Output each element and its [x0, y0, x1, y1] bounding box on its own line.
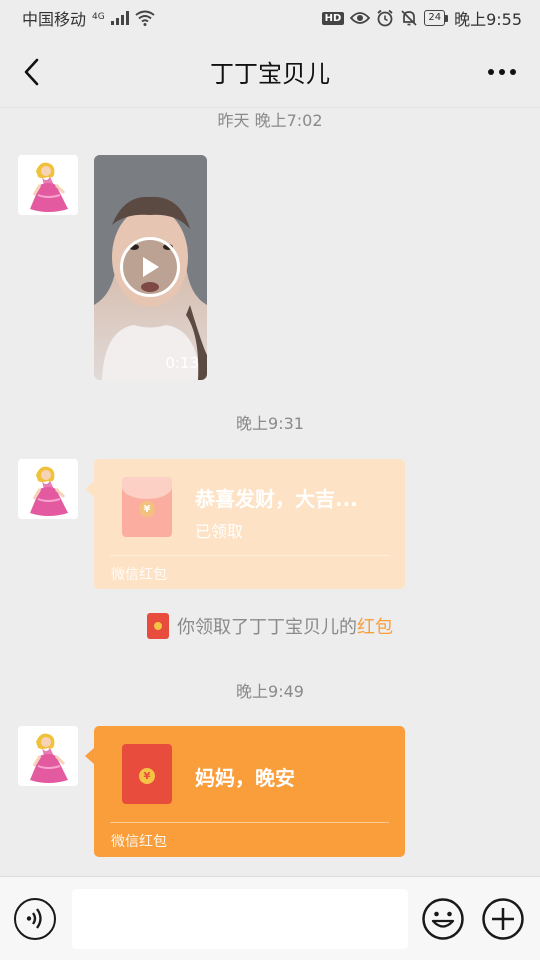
voice-button[interactable] [14, 898, 56, 940]
video-duration: 0:13 [165, 354, 199, 372]
wifi-icon [135, 10, 155, 26]
princess-avatar-icon [18, 155, 78, 215]
chevron-left-icon [24, 58, 39, 86]
message-input[interactable] [72, 889, 408, 949]
red-packet-body: ¥ 恭喜发财，大吉... 已领取 [94, 459, 405, 555]
emoji-button[interactable] [422, 898, 464, 940]
voice-icon [26, 908, 42, 929]
avatar[interactable] [18, 459, 78, 519]
red-packet-message[interactable]: ¥ 妈妈，晚安 微信红包 [85, 726, 405, 857]
more-icon [488, 69, 516, 75]
carrier-label: 中国移动 [22, 10, 87, 29]
notice-prefix: 你领取了丁丁宝贝儿的 [177, 617, 357, 638]
red-packet-title: 恭喜发财，大吉... [195, 487, 358, 511]
more-button[interactable] [482, 54, 522, 90]
plus-button[interactable] [482, 898, 524, 940]
alarm-icon [377, 9, 393, 27]
red-packet-message[interactable]: ¥ 恭喜发财，大吉... 已领取 微信红包 [85, 459, 405, 589]
chat-header: 丁丁宝贝儿 [0, 36, 540, 108]
divider [110, 555, 389, 556]
red-packet-status: 已领取 [195, 522, 244, 541]
divider [110, 822, 389, 823]
play-icon [143, 257, 159, 277]
network-label: 4G [92, 12, 105, 22]
red-packet-icon: ¥ [122, 744, 172, 804]
yuan-seal-icon: ¥ [139, 501, 155, 517]
notice-text: 你领取了丁丁宝贝儿的红包 [177, 613, 393, 639]
red-packet-footer: 微信红包 [111, 834, 167, 850]
video-message[interactable]: 0:13 [94, 155, 207, 380]
red-packet-body: ¥ 妈妈，晚安 [94, 726, 405, 822]
plus-icon [482, 898, 524, 940]
red-packet-icon [147, 613, 169, 639]
notice-link[interactable]: 红包 [357, 617, 393, 638]
emoji-icon [422, 898, 464, 940]
clock-label: 晚上9:55 [454, 10, 522, 29]
chat-title: 丁丁宝贝儿 [210, 60, 330, 88]
red-packet-opened-icon: ¥ [122, 477, 172, 537]
red-packet-text: 妈妈，晚安 [195, 762, 385, 791]
signal-icon [110, 11, 129, 25]
input-bar [0, 876, 540, 960]
play-button[interactable] [120, 237, 180, 297]
yuan-seal-icon: ¥ [139, 768, 155, 784]
princess-avatar-icon [18, 726, 78, 786]
red-packet-title: 妈妈，晚安 [195, 766, 295, 790]
hd-icon: HD [321, 11, 345, 25]
timestamp: 晚上9:49 [236, 682, 304, 701]
status-right: HD 24 晚上9:55 [321, 6, 522, 30]
avatar[interactable] [18, 726, 78, 786]
red-packet-footer: 微信红包 [111, 567, 167, 583]
mute-bell-icon [401, 10, 417, 26]
battery-icon: 24 [424, 10, 449, 26]
eye-icon [350, 12, 371, 24]
timestamp: 昨天 晚上7:02 [217, 111, 323, 130]
system-notice: 你领取了丁丁宝贝儿的红包 [0, 613, 540, 639]
back-button[interactable] [14, 54, 50, 90]
status-bar: 中国移动 4G HD 24 晚上9:55 [0, 0, 540, 36]
red-packet-text: 恭喜发财，大吉... 已领取 [195, 483, 385, 542]
timestamp: 晚上9:31 [236, 414, 304, 433]
avatar[interactable] [18, 155, 78, 215]
status-left: 中国移动 4G [22, 6, 155, 30]
battery-level: 24 [424, 10, 446, 26]
princess-avatar-icon [18, 459, 78, 519]
